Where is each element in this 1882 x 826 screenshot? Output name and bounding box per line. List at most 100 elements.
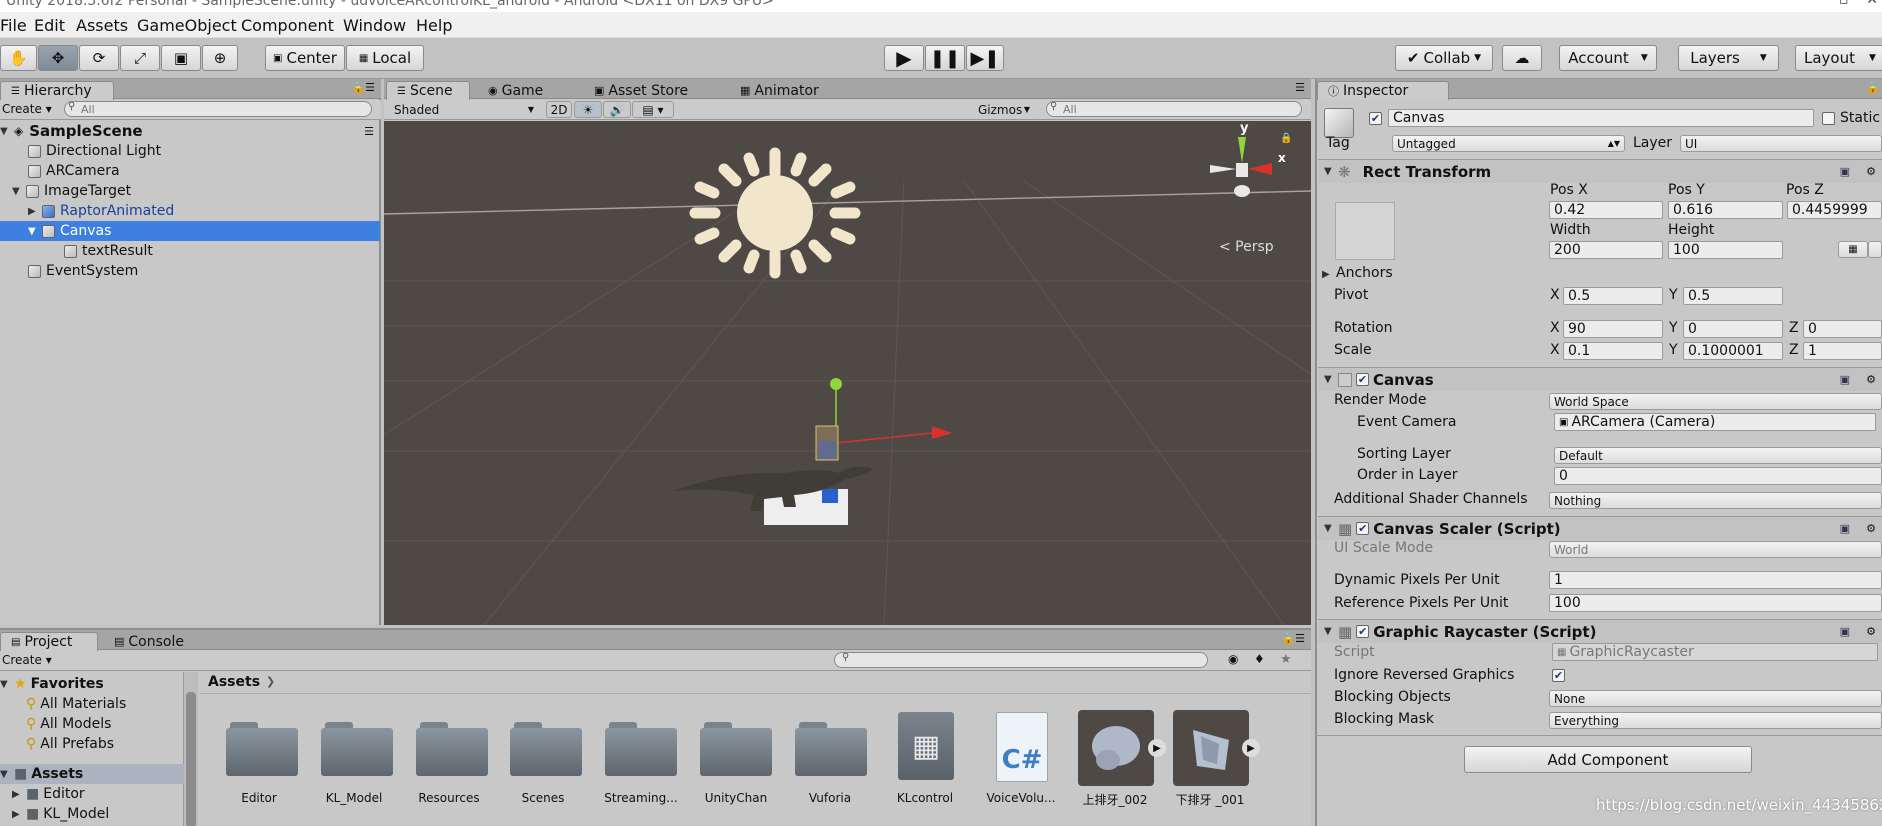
order-in-layer-field[interactable]: 0 [1554, 467, 1882, 485]
transform-tool-button[interactable]: ⊕ [202, 45, 238, 71]
tab-hierarchy[interactable]: ☰ Hierarchy [0, 81, 114, 100]
panel-menu-icon[interactable]: ☰ [1295, 81, 1305, 94]
reference-pixels-field[interactable]: 100 [1549, 594, 1882, 612]
tab-scene[interactable]: ☰ Scene [386, 81, 470, 100]
hierarchy-item[interactable]: Directional Light [0, 141, 380, 161]
canvas-scaler-enabled-checkbox[interactable]: ✔ [1356, 522, 1370, 535]
layout-dropdown[interactable]: Layout ▼ [1795, 45, 1882, 71]
filter-type-icon[interactable]: ◉ [1228, 652, 1238, 666]
lock-icon[interactable]: 🔒 [1866, 81, 1880, 94]
layers-dropdown[interactable]: Layers ▼ [1678, 45, 1779, 71]
render-mode-dropdown[interactable]: World Space [1549, 393, 1882, 410]
tree-folder[interactable]: ▶ ■ Editor [0, 784, 184, 804]
blueprint-button[interactable]: ▦ [1838, 241, 1868, 258]
tab-console[interactable]: ▤ Console [104, 632, 194, 651]
ignore-reversed-checkbox[interactable]: ✔ [1552, 669, 1565, 682]
panel-menu-icon[interactable]: 🔒☰ [1281, 632, 1305, 645]
shading-mode-dropdown[interactable]: Shaded ▼ [390, 101, 538, 118]
width-field[interactable]: 200 [1549, 241, 1663, 259]
breadcrumb-assets[interactable]: Assets [208, 674, 260, 690]
audio-toggle[interactable]: 🔊 [603, 101, 631, 118]
settings-icon[interactable]: ⚙ [1866, 373, 1876, 386]
hierarchy-item[interactable]: ▶ RaptorAnimated [0, 201, 380, 221]
tree-folder[interactable]: ▶ ■ KL_Model [0, 804, 184, 824]
tab-animator[interactable]: ▦ Animator [730, 81, 829, 100]
menu-help[interactable]: Help [416, 16, 452, 35]
canvas-enabled-checkbox[interactable]: ✔ [1356, 373, 1369, 386]
canvas-component-header[interactable]: ▼ ✔ Canvas ▣ ⚙ [1318, 367, 1882, 391]
rotate-tool-button[interactable]: ⟳ [79, 45, 119, 71]
project-search-input[interactable] [834, 652, 1208, 668]
blocking-objects-dropdown[interactable]: None [1549, 690, 1882, 707]
scale-y-field[interactable]: 0.1000001 [1683, 342, 1783, 360]
tab-project[interactable]: ▤ Project [0, 632, 98, 651]
help-icon[interactable]: ▣ [1840, 373, 1850, 386]
favorite-item[interactable]: ⚲ All Prefabs [0, 734, 184, 754]
expand-play-icon[interactable]: ▶ [1148, 739, 1166, 757]
step-button[interactable]: ▶❚ [966, 45, 1004, 71]
hierarchy-item[interactable]: textResult [0, 241, 380, 261]
settings-icon[interactable]: ⚙ [1866, 522, 1876, 535]
scene-menu-icon[interactable]: ☰ [364, 125, 374, 138]
upper-teeth-model-thumbnail[interactable] [1078, 710, 1154, 786]
rotation-y-field[interactable]: 0 [1683, 320, 1783, 338]
favorite-star-icon[interactable]: ★ [1280, 652, 1292, 667]
folder-icon[interactable] [321, 718, 393, 776]
gizmos-dropdown[interactable]: Gizmos ▼ [974, 101, 1032, 118]
settings-icon[interactable]: ⚙ [1866, 625, 1876, 638]
lower-teeth-model-thumbnail[interactable] [1173, 710, 1249, 786]
layer-dropdown[interactable]: UI [1680, 135, 1882, 152]
account-button[interactable]: Account ▼ [1559, 45, 1657, 71]
hierarchy-item[interactable]: EventSystem [0, 261, 380, 281]
scale-x-field[interactable]: 0.1 [1563, 342, 1663, 360]
panel-menu-icon[interactable]: 🔒☰ [351, 81, 375, 94]
scale-z-field[interactable]: 1 [1803, 342, 1882, 360]
pos-z-field[interactable]: 0.4459999 [1787, 201, 1882, 219]
pivot-x-field[interactable]: 0.5 [1563, 287, 1663, 305]
rotation-z-field[interactable]: 0 [1803, 320, 1882, 338]
scene-row[interactable]: ▼ ◈ SampleScene ☰ [0, 121, 380, 141]
event-camera-field[interactable]: ▣ ARCamera (Camera) [1554, 413, 1876, 431]
filter-label-icon[interactable]: ♦ [1254, 652, 1265, 666]
scale-tool-button[interactable]: ⤢ [120, 45, 160, 71]
scene-search-input[interactable]: All [1046, 101, 1302, 117]
pivot-y-field[interactable]: 0.5 [1683, 287, 1783, 305]
rect-transform-header[interactable]: ▼ ❋ Rect Transform ▣ ⚙ [1318, 159, 1882, 183]
menu-file[interactable]: File [0, 16, 27, 35]
hierarchy-search-input[interactable]: All [64, 101, 372, 117]
scene-viewport[interactable]: y x 🔒 < Persp [384, 121, 1311, 625]
help-icon[interactable]: ▣ [1840, 522, 1850, 535]
tab-asset-store[interactable]: ▣ Asset Store [584, 81, 698, 100]
height-field[interactable]: 100 [1668, 241, 1783, 259]
active-checkbox[interactable]: ✔ [1369, 112, 1382, 125]
tag-dropdown[interactable]: Untagged ▲▼ [1392, 135, 1625, 152]
move-tool-button[interactable]: ✥ [38, 45, 78, 71]
folder-icon[interactable] [416, 718, 488, 776]
raw-edit-button[interactable] [1868, 241, 1882, 258]
folder-icon[interactable] [795, 718, 867, 776]
favorites-row[interactable]: ▼ ★ Favorites [0, 674, 184, 694]
add-component-button[interactable]: Add Component [1464, 746, 1752, 773]
tab-game[interactable]: ◉ Game [478, 81, 553, 100]
menu-edit[interactable]: Edit [34, 16, 65, 35]
pivot-mode-button[interactable]: ▣ Center [265, 45, 345, 71]
persp-label[interactable]: < Persp [1219, 239, 1274, 255]
assets-root-row[interactable]: ▼ ■ Assets [0, 764, 184, 784]
blocking-mask-dropdown[interactable]: Everything [1549, 712, 1882, 729]
collab-button[interactable]: ✔ Collab ▼ [1395, 45, 1493, 71]
mode-2d-button[interactable]: 2D [546, 101, 572, 118]
canvas-scaler-header[interactable]: ▼ ▦ ✔ Canvas Scaler (Script) ▣ ⚙ [1318, 516, 1882, 540]
dynamic-pixels-field[interactable]: 1 [1549, 571, 1882, 589]
sorting-layer-dropdown[interactable]: Default [1554, 447, 1882, 464]
help-icon[interactable]: ▣ [1840, 625, 1850, 638]
hierarchy-item[interactable]: ▼ ImageTarget [0, 181, 380, 201]
menu-window[interactable]: Window [343, 16, 406, 35]
rect-tool-button[interactable]: ▣ [161, 45, 201, 71]
shader-channels-dropdown[interactable]: Nothing [1549, 492, 1882, 509]
lighting-toggle[interactable]: ☀ [574, 101, 602, 118]
object-name-field[interactable]: Canvas [1388, 109, 1814, 127]
hierarchy-create-button[interactable]: Create ▾ [2, 102, 52, 116]
pos-x-field[interactable]: 0.42 [1549, 201, 1663, 219]
menu-gameobject[interactable]: GameObject [137, 16, 237, 35]
hierarchy-item-selected[interactable]: ▼ Canvas [0, 221, 380, 241]
